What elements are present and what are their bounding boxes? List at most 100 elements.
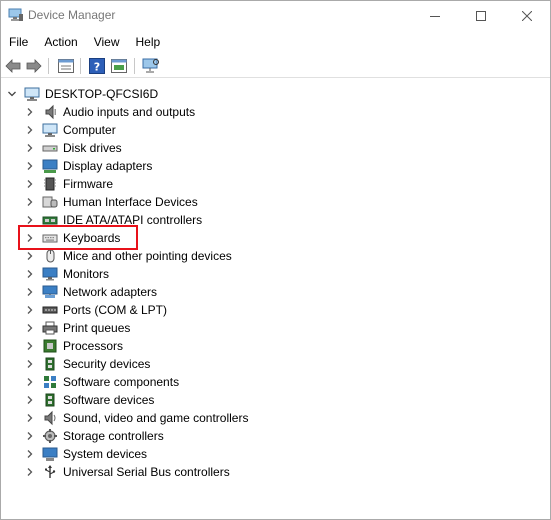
tree-item-label: Display adapters: [63, 159, 153, 173]
tree-item-label: Firmware: [63, 177, 113, 191]
expanded-chevron-icon[interactable]: [5, 85, 19, 103]
sound-controller-icon: [41, 409, 59, 427]
minimize-button[interactable]: [412, 1, 458, 30]
tree-item-display-adapters[interactable]: Display adapters: [23, 157, 152, 175]
menu-action[interactable]: Action: [36, 32, 85, 52]
properties-button[interactable]: [56, 56, 76, 76]
display-adapter-icon: [41, 157, 59, 175]
computer-root-icon: [23, 85, 41, 103]
update-driver-button[interactable]: [109, 56, 129, 76]
tree-item-system-devices[interactable]: System devices: [23, 445, 147, 463]
tree-item-label: Processors: [63, 339, 124, 353]
tree-item-audio-inputs-and-outputs[interactable]: Audio inputs and outputs: [23, 103, 195, 121]
device-manager-app-icon: [8, 8, 23, 21]
chevron-right-icon[interactable]: [23, 409, 37, 427]
speaker-icon: [41, 103, 59, 121]
computer-icon: [41, 121, 59, 139]
tree-item-security-devices[interactable]: Security devices: [23, 355, 150, 373]
menu-help[interactable]: Help: [128, 32, 169, 52]
tree-item-software-components[interactable]: Software components: [23, 373, 179, 391]
tree-item-label: Software components: [63, 375, 180, 389]
hid-icon: [41, 193, 59, 211]
tree-item-label: Sound, video and game controllers: [63, 411, 249, 425]
chevron-right-icon[interactable]: [23, 373, 37, 391]
tree-item-firmware[interactable]: Firmware: [23, 175, 113, 193]
tree-item-label: Human Interface Devices: [63, 195, 198, 209]
tree-item-label: Security devices: [63, 357, 151, 371]
chevron-right-icon[interactable]: [23, 193, 37, 211]
printer-icon: [41, 319, 59, 337]
back-arrow-icon: [5, 59, 21, 73]
tree-item-monitors[interactable]: Monitors: [23, 265, 109, 283]
computer-name-label: DESKTOP-QFCSI6D: [45, 87, 159, 101]
tree-item-software-devices[interactable]: Software devices: [23, 391, 154, 409]
tree-item-label: Software devices: [63, 393, 155, 407]
usb-icon: [41, 463, 59, 481]
chevron-right-icon[interactable]: [23, 427, 37, 445]
tree-item-ports-com-lpt[interactable]: Ports (COM & LPT): [23, 301, 167, 319]
back-button[interactable]: [3, 56, 23, 76]
device-tree: DESKTOP-QFCSI6D Audio inputs and outputs…: [1, 83, 550, 519]
tree-item-network-adapters[interactable]: Network adapters: [23, 283, 157, 301]
properties-icon: [58, 59, 74, 73]
tree-item-label: Ports (COM & LPT): [63, 303, 168, 317]
storage-controller-icon: [41, 427, 59, 445]
tree-item-processors[interactable]: Processors: [23, 337, 123, 355]
minimize-icon: [430, 15, 440, 17]
maximize-icon: [476, 10, 486, 21]
tree-item-label: Universal Serial Bus controllers: [63, 465, 230, 479]
tree-item-universal-serial-bus-controllers[interactable]: Universal Serial Bus controllers: [23, 463, 230, 481]
close-button[interactable]: [504, 1, 550, 30]
chevron-right-icon[interactable]: [23, 355, 37, 373]
chevron-right-icon[interactable]: [23, 319, 37, 337]
toolbar-separator: [48, 58, 49, 74]
tree-item-computer[interactable]: Computer: [23, 121, 116, 139]
menu-bar: File Action View Help: [1, 32, 168, 52]
network-adapter-icon: [41, 283, 59, 301]
forward-button[interactable]: [24, 56, 44, 76]
chevron-right-icon[interactable]: [23, 283, 37, 301]
chevron-right-icon[interactable]: [23, 175, 37, 193]
tree-item-label: System devices: [63, 447, 148, 461]
chevron-right-icon[interactable]: [23, 391, 37, 409]
tree-item-sound-video-and-game-controllers[interactable]: Sound, video and game controllers: [23, 409, 248, 427]
maximize-button[interactable]: [458, 1, 504, 30]
chevron-right-icon[interactable]: [23, 103, 37, 121]
tree-item-storage-controllers[interactable]: Storage controllers: [23, 427, 164, 445]
chevron-right-icon[interactable]: [23, 121, 37, 139]
tree-item-label: Monitors: [63, 267, 110, 281]
tree-item-human-interface-devices[interactable]: Human Interface Devices: [23, 193, 198, 211]
firmware-chip-icon: [41, 175, 59, 193]
software-device-icon: [41, 391, 59, 409]
chevron-right-icon[interactable]: [23, 337, 37, 355]
chevron-right-icon[interactable]: [23, 139, 37, 157]
tree-item-label: Computer: [63, 123, 116, 137]
scan-monitor-icon: [142, 58, 159, 73]
menu-view[interactable]: View: [86, 32, 128, 52]
help-icon: ?: [89, 58, 105, 74]
tree-item-disk-drives[interactable]: Disk drives: [23, 139, 122, 157]
chevron-right-icon[interactable]: [23, 463, 37, 481]
tree-item-label: Mice and other pointing devices: [63, 249, 232, 263]
tree-root-node[interactable]: DESKTOP-QFCSI6D: [5, 85, 158, 103]
chevron-right-icon[interactable]: [23, 157, 37, 175]
menu-file[interactable]: File: [1, 32, 36, 52]
chevron-right-icon[interactable]: [23, 265, 37, 283]
tree-item-label: Network adapters: [63, 285, 158, 299]
title-bar[interactable]: Device Manager: [1, 1, 550, 30]
software-component-icon: [41, 373, 59, 391]
scan-hardware-button[interactable]: [141, 56, 161, 76]
help-button[interactable]: ?: [87, 56, 107, 76]
chevron-right-icon[interactable]: [23, 301, 37, 319]
system-device-icon: [41, 445, 59, 463]
tree-item-label: Storage controllers: [63, 429, 164, 443]
processor-icon: [41, 337, 59, 355]
svg-text:?: ?: [94, 61, 100, 74]
device-manager-window: Device Manager File Action View Help ? D…: [0, 0, 551, 520]
window-title: Device Manager: [28, 8, 116, 22]
disk-drive-icon: [41, 139, 59, 157]
tree-item-print-queues[interactable]: Print queues: [23, 319, 130, 337]
toolbar-separator: [80, 58, 81, 74]
chevron-right-icon[interactable]: [23, 445, 37, 463]
security-device-icon: [41, 355, 59, 373]
